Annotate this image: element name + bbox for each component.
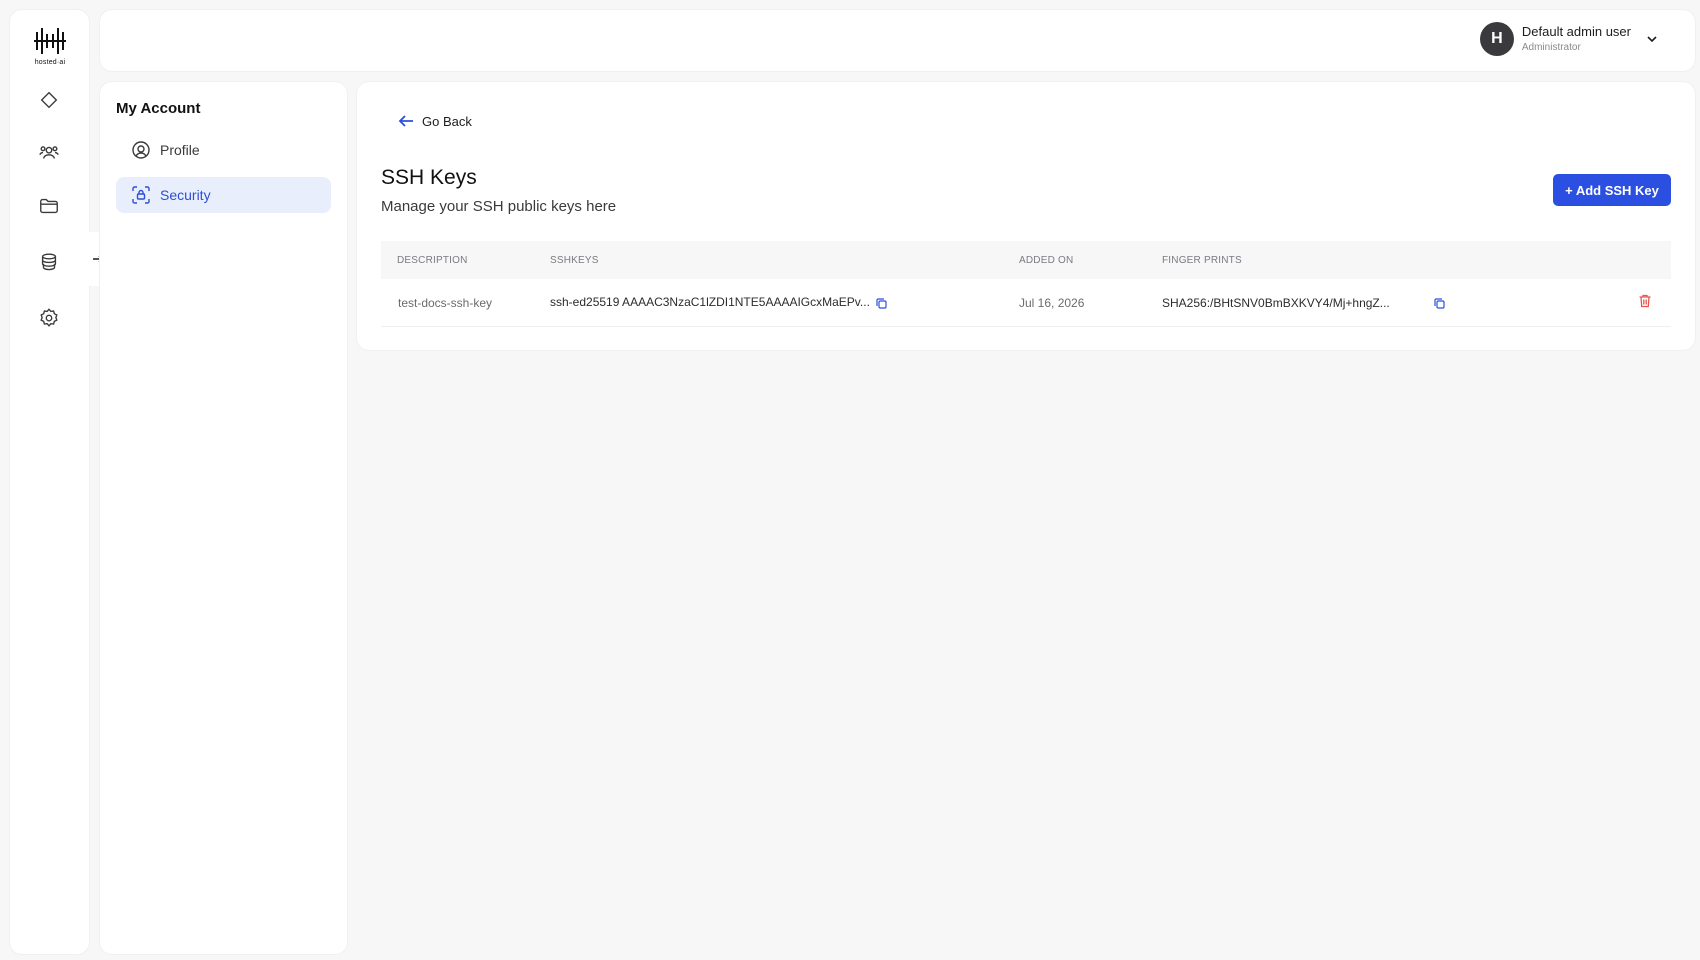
diamond-icon[interactable] xyxy=(37,88,61,112)
go-back-label: Go Back xyxy=(422,113,472,129)
account-title: My Account xyxy=(116,100,201,117)
copy-icon[interactable] xyxy=(875,297,888,310)
account-item-label: Profile xyxy=(160,142,200,158)
settings-icon[interactable] xyxy=(37,306,61,330)
lock-scan-icon xyxy=(132,186,150,204)
arrow-left-icon xyxy=(398,115,413,127)
account-item-security[interactable]: Security xyxy=(116,177,331,213)
folder-icon[interactable] xyxy=(37,194,61,218)
column-header-sshkeys: SSHKEYS xyxy=(550,254,599,266)
column-header-added-on: ADDED ON xyxy=(1019,254,1074,266)
account-item-label: Security xyxy=(160,187,211,203)
fingerprint-value: SHA256:/BHtSNV0BmBXKVY4/Mj+hngZ... xyxy=(1162,295,1390,310)
key-description: test-docs-ssh-key xyxy=(398,295,493,310)
users-icon[interactable] xyxy=(37,140,61,164)
logo-text: hosted·ai xyxy=(34,59,66,66)
ssh-keys-table: DESCRIPTION SSHKEYS ADDED ON FINGER PRIN… xyxy=(381,241,1671,327)
ssh-key-value: ssh-ed25519 AAAAC3NzaC1lZDI1NTE5AAAAIGcx… xyxy=(550,295,870,310)
user-menu[interactable]: H Default admin user Administrator xyxy=(1479,22,1659,56)
ssh-keys-panel: Go Back SSH Keys Manage your SSH public … xyxy=(357,82,1695,350)
column-header-fingerprints: FINGER PRINTS xyxy=(1162,254,1242,266)
ssh-key-cell: ssh-ed25519 AAAAC3NzaC1lZDI1NTE5AAAAIGcx… xyxy=(550,295,888,309)
brand-logo[interactable]: hosted·ai xyxy=(32,26,68,74)
key-added-on: Jul 16, 2026 xyxy=(1019,295,1085,310)
avatar: H xyxy=(1479,22,1514,56)
table-row: test-docs-ssh-key ssh-ed25519 AAAAC3NzaC… xyxy=(381,279,1671,327)
copy-icon[interactable] xyxy=(1433,297,1446,310)
column-header-description: DESCRIPTION xyxy=(397,254,468,266)
delete-key xyxy=(1637,293,1653,312)
user-name: Default admin user xyxy=(1521,23,1631,39)
fingerprint-copy xyxy=(1431,295,1446,309)
account-item-profile[interactable]: Profile xyxy=(116,132,331,168)
logo-mark-icon xyxy=(34,28,66,54)
page-title: SSH Keys xyxy=(381,166,477,189)
top-bar: H Default admin user Administrator xyxy=(100,10,1695,71)
icon-rail: hosted·ai xyxy=(10,10,89,954)
user-role: Administrator xyxy=(1521,42,1581,54)
table-header: DESCRIPTION SSHKEYS ADDED ON FINGER PRIN… xyxy=(381,241,1671,279)
user-circle-icon xyxy=(132,141,150,159)
add-ssh-key-button[interactable]: + Add SSH Key xyxy=(1553,174,1671,206)
database-icon[interactable] xyxy=(37,250,61,274)
chevron-down-icon xyxy=(1647,36,1657,43)
page-subtitle: Manage your SSH public keys here xyxy=(381,198,617,215)
go-back-link[interactable]: Go Back xyxy=(397,112,472,130)
account-sidebar: My Account Profile Security xyxy=(100,82,347,954)
trash-icon[interactable] xyxy=(1637,293,1653,309)
